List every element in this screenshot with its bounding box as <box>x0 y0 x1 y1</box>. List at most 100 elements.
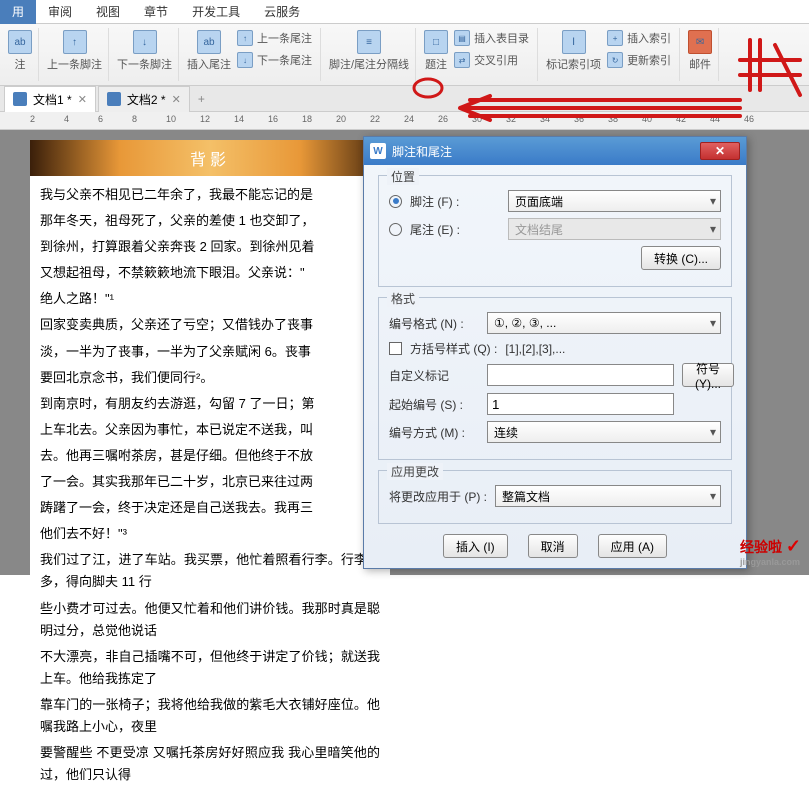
paragraph[interactable]: 回家变卖典质，父亲还了亏空；又借钱办了丧事 <box>40 314 380 336</box>
apply-fieldset: 应用更改 将更改应用于 (P) : 整篇文档 <box>378 470 732 524</box>
ruler-mark: 20 <box>336 114 346 124</box>
tb-caption[interactable]: □题注 <box>422 28 450 74</box>
paragraph[interactable]: 绝人之路！"¹ <box>40 288 380 310</box>
paragraph[interactable]: 要警醒些 不更受凉 又嘱托茶房好好照应我 我心里暗笑他的过，他们只认得 <box>40 742 380 786</box>
tb-insert-index[interactable]: +插入索引 <box>603 28 675 48</box>
endnote-radio[interactable] <box>389 223 402 236</box>
prev-icon: ↑ <box>63 30 87 54</box>
paragraph[interactable]: 到徐州，打算跟着父亲奔丧 2 回家。到徐州见着 <box>40 236 380 258</box>
ruler-mark: 42 <box>676 114 686 124</box>
paragraph[interactable]: 又想起祖母，不禁簌簌地流下眼泪。父亲说：" <box>40 262 380 284</box>
update-index-icon: ↻ <box>607 52 623 68</box>
paragraph[interactable]: 我与父亲不相见已二年余了，我最不能忘记的是 <box>40 184 380 206</box>
tb-label: 更新索引 <box>627 52 671 68</box>
footnote-endnote-dialog: W 脚注和尾注 ✕ 位置 脚注 (F) : 页面底端 尾注 (E) : 文档结尾… <box>363 136 747 569</box>
tb-label: 交叉引用 <box>474 52 518 68</box>
tb-label: 插入尾注 <box>187 56 231 72</box>
tb-next-endnote[interactable]: ↓下一条尾注 <box>233 50 316 70</box>
ruler-mark: 10 <box>166 114 176 124</box>
footnote-position-combo[interactable]: 页面底端 <box>508 190 721 212</box>
toc-icon: ▤ <box>454 30 470 46</box>
paragraph[interactable]: 踌躇了一会，终于决定还是自己送我去。我再三 <box>40 497 380 519</box>
watermark: 经验啦 ✓ jingyanla.com <box>740 536 801 567</box>
paragraph[interactable]: 不大漂亮，非自己插嘴不可，但他终于讲定了价钱；就送我上车。他给我拣定了 <box>40 646 380 690</box>
ruler-mark: 18 <box>302 114 312 124</box>
paragraph[interactable]: 些小费才可过去。他便又忙着和他们讲价钱。我那时真是聪明过分，总觉他说话 <box>40 598 380 642</box>
ribbon-tab-use[interactable]: 用 <box>0 0 36 24</box>
ruler-mark: 40 <box>642 114 652 124</box>
number-format-combo[interactable]: ①, ②, ③, ... <box>487 312 721 334</box>
tb-index-mark[interactable]: Ⅰ标记索引项 <box>544 28 603 74</box>
check-icon: ✓ <box>786 536 801 556</box>
fieldset-legend: 格式 <box>387 290 419 307</box>
paragraph[interactable]: 了一会。其实我那年已二十岁，北京已来往过两 <box>40 471 380 493</box>
ruler-mark: 8 <box>132 114 137 124</box>
ribbon-tab-dev[interactable]: 开发工具 <box>180 0 252 24</box>
add-tab-button[interactable]: + <box>198 92 205 106</box>
cancel-button[interactable]: 取消 <box>528 534 578 558</box>
footnote-radio[interactable] <box>389 195 402 208</box>
tb-insert-toc[interactable]: ▤插入表目录 <box>450 28 533 48</box>
doc-tab-1[interactable]: 文档1 * ✕ <box>4 86 96 112</box>
endnote-icon: ab <box>197 30 221 54</box>
start-number-label: 起始编号 (S) : <box>389 396 479 413</box>
paragraph[interactable]: 我们过了江，进了车站。我买票，他忙着照看行李。行李太多，得向脚夫 11 行 <box>40 549 380 593</box>
fieldset-legend: 位置 <box>387 168 419 185</box>
close-icon[interactable]: ✕ <box>172 93 181 106</box>
paragraph[interactable]: 上车北去。父亲因为事忙，本已说定不送我，叫 <box>40 419 380 441</box>
paragraph[interactable]: 到南京时，有朋友约去游逛，勾留 7 了一日；第 <box>40 393 380 415</box>
endnote-position-combo: 文档结尾 <box>508 218 721 240</box>
tb-insert-endnote[interactable]: ab 插入尾注 <box>185 28 233 74</box>
ribbon-tab-view[interactable]: 视图 <box>84 0 132 24</box>
paragraph[interactable]: 他们去不好！"³ <box>40 523 380 545</box>
ribbon-tabs: 用 审阅 视图 章节 开发工具 云服务 <box>0 0 809 24</box>
sep-icon: ≡ <box>357 30 381 54</box>
dialog-titlebar[interactable]: W 脚注和尾注 ✕ <box>364 137 746 165</box>
doc-tab-2[interactable]: 文档2 * ✕ <box>98 86 190 112</box>
ruler-mark: 14 <box>234 114 244 124</box>
position-fieldset: 位置 脚注 (F) : 页面底端 尾注 (E) : 文档结尾 转换 (C)... <box>378 175 732 287</box>
tb-next-footnote[interactable]: ↓下一条脚注 <box>115 28 174 74</box>
tb-prev-endnote[interactable]: ↑上一条尾注 <box>233 28 316 48</box>
paragraph[interactable]: 淡，一半为了丧事，一半为了父亲赋闲 6。丧事 <box>40 341 380 363</box>
ruler-mark: 6 <box>98 114 103 124</box>
paragraph[interactable]: 靠车门的一张椅子；我将他给我做的紫毛大衣铺好座位。他嘱我路上小心，夜里 <box>40 694 380 738</box>
ruler-mark: 16 <box>268 114 278 124</box>
ruler-mark: 26 <box>438 114 448 124</box>
paragraph[interactable]: 要回北京念书，我们便同行²。 <box>40 367 380 389</box>
tb-label: 脚注/尾注分隔线 <box>329 56 409 72</box>
insert-button[interactable]: 插入 (I) <box>443 534 508 558</box>
number-method-combo[interactable]: 连续 <box>487 421 721 443</box>
tb-footnote[interactable]: ab注 <box>6 28 34 74</box>
tb-label: 标记索引项 <box>546 56 601 72</box>
page: 背影 我与父亲不相见已二年余了，我最不能忘记的是那年冬天，祖母死了，父亲的差使 … <box>30 140 390 798</box>
doc-icon <box>107 92 121 106</box>
ribbon-tab-review[interactable]: 审阅 <box>36 0 84 24</box>
tb-label: 题注 <box>425 56 447 72</box>
symbol-button[interactable]: 符号 (Y)... <box>682 363 734 387</box>
tb-label: 下一条脚注 <box>117 56 172 72</box>
applyto-combo[interactable]: 整篇文档 <box>495 485 721 507</box>
dialog-title-text: 脚注和尾注 <box>392 143 452 160</box>
paragraph[interactable]: 去。他再三嘱咐茶房，甚是仔细。但他终于不放 <box>40 445 380 467</box>
bracket-checkbox[interactable] <box>389 342 402 355</box>
custom-mark-input[interactable] <box>487 364 674 386</box>
tb-prev-footnote[interactable]: ↑上一条脚注 <box>45 28 104 74</box>
start-number-input[interactable] <box>487 393 674 415</box>
tb-update-index[interactable]: ↻更新索引 <box>603 50 675 70</box>
ruler-mark: 24 <box>404 114 414 124</box>
paragraph[interactable]: 那年冬天，祖母死了，父亲的差使 1 也交卸了， <box>40 210 380 232</box>
tb-crossref[interactable]: ⇄交叉引用 <box>450 50 533 70</box>
ribbon-tab-chapter[interactable]: 章节 <box>132 0 180 24</box>
document-text[interactable]: 我与父亲不相见已二年余了，我最不能忘记的是那年冬天，祖母死了，父亲的差使 1 也… <box>30 176 390 798</box>
close-icon[interactable]: ✕ <box>78 93 87 106</box>
mail-icon: ✉ <box>688 30 712 54</box>
apply-button[interactable]: 应用 (A) <box>598 534 667 558</box>
document-tabs-bar: 文档1 * ✕ 文档2 * ✕ + <box>0 86 809 112</box>
tb-separator[interactable]: ≡ 脚注/尾注分隔线 <box>327 28 411 74</box>
tb-mail[interactable]: ✉邮件 <box>686 28 714 74</box>
close-button[interactable]: ✕ <box>700 142 740 160</box>
ruler[interactable]: 2468101214161820222426303234363840424446 <box>0 112 809 130</box>
ribbon-tab-cloud[interactable]: 云服务 <box>252 0 312 24</box>
convert-button[interactable]: 转换 (C)... <box>641 246 721 270</box>
